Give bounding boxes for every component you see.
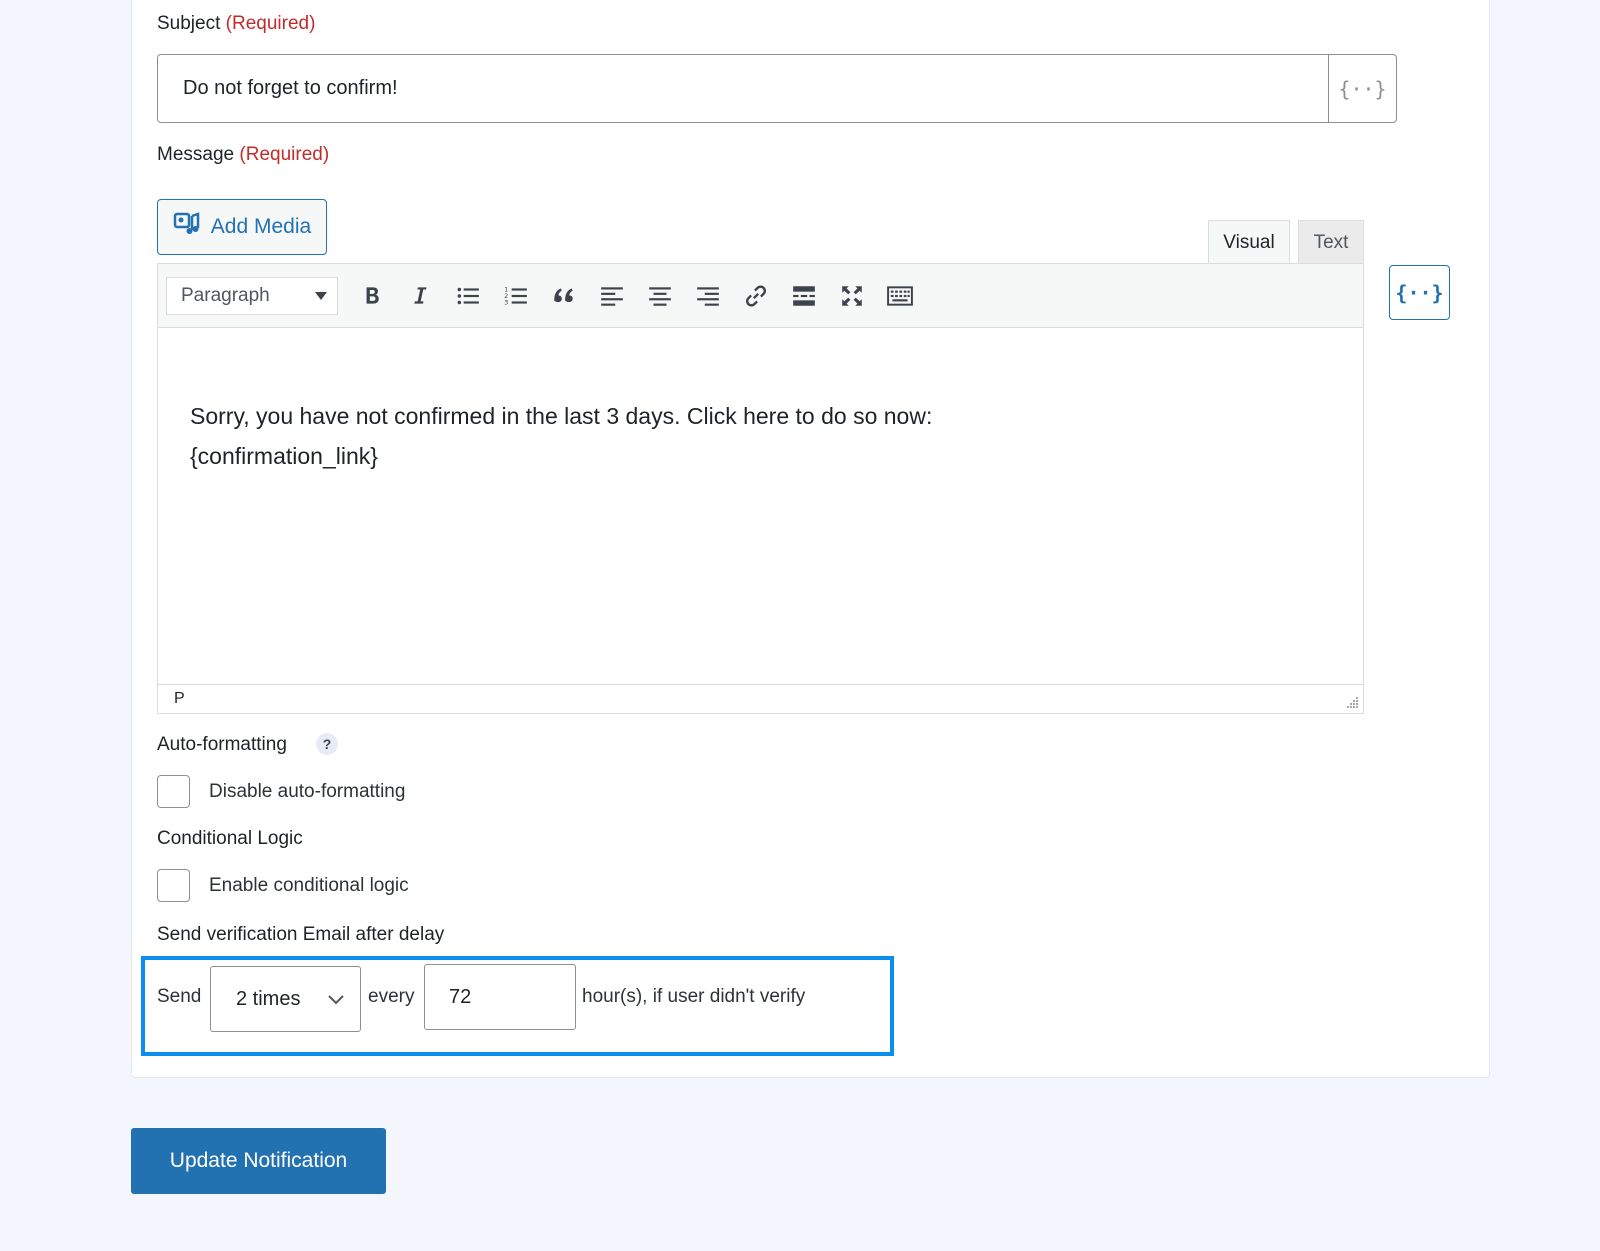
media-icon xyxy=(173,210,201,244)
message-body-line: Sorry, you have not confirmed in the las… xyxy=(190,403,933,429)
format-select[interactable]: Paragraph xyxy=(166,276,338,315)
link-icon xyxy=(746,284,766,307)
message-content[interactable]: Sorry, you have not confirmed in the las… xyxy=(190,396,1290,476)
send-times-select[interactable]: 2 times xyxy=(210,966,361,1032)
align-center-button[interactable] xyxy=(636,276,684,316)
italic-icon xyxy=(414,286,427,304)
enable-conditional-logic-checkbox[interactable] xyxy=(157,869,190,902)
fullscreen-icon xyxy=(842,285,862,306)
message-merge-tag-button[interactable]: {··} xyxy=(1389,265,1450,320)
link-button[interactable] xyxy=(732,276,780,316)
merge-tag-icon: {··} xyxy=(1338,76,1387,101)
conditional-logic-label: Conditional Logic xyxy=(157,828,303,849)
disable-auto-formatting-label[interactable]: Disable auto-formatting xyxy=(209,781,405,803)
message-editor: Paragraph 123 Sorry, you have not confir… xyxy=(157,263,1364,714)
enable-conditional-logic-label[interactable]: Enable conditional logic xyxy=(209,875,409,897)
editor-statusbar: P xyxy=(158,684,1363,713)
dropdown-arrow-icon xyxy=(315,285,327,307)
message-required-marker: (Required) xyxy=(239,144,330,165)
blockquote-button[interactable] xyxy=(540,276,588,316)
italic-button[interactable] xyxy=(396,276,444,316)
format-select-value: Paragraph xyxy=(181,284,270,306)
numbered-list-icon: 123 xyxy=(504,285,527,306)
bullet-list-icon xyxy=(457,287,479,304)
every-text: every xyxy=(368,986,415,1007)
keyboard-icon xyxy=(887,285,913,306)
chevron-down-icon xyxy=(328,988,344,1011)
blockquote-icon xyxy=(554,287,573,302)
send-text: Send xyxy=(157,986,202,1007)
align-left-icon xyxy=(601,286,623,306)
tab-visual[interactable]: Visual xyxy=(1208,220,1290,265)
add-media-label: Add Media xyxy=(210,215,312,238)
editor-toolbar: Paragraph 123 xyxy=(158,264,1363,328)
fullscreen-button[interactable] xyxy=(828,276,876,316)
subject-label: Subject (Required) xyxy=(157,13,316,34)
merge-tag-icon: {··} xyxy=(1395,280,1444,305)
disable-auto-formatting-checkbox[interactable] xyxy=(157,775,190,808)
bold-icon xyxy=(366,286,379,304)
send-times-value: 2 times xyxy=(236,987,301,1010)
element-path[interactable]: P xyxy=(174,690,185,707)
update-notification-button[interactable]: Update Notification xyxy=(131,1128,386,1194)
bullet-list-button[interactable] xyxy=(444,276,492,316)
align-left-button[interactable] xyxy=(588,276,636,316)
toolbar-toggle-button[interactable] xyxy=(876,276,924,316)
auto-formatting-label: Auto-formatting xyxy=(157,734,287,755)
align-right-button[interactable] xyxy=(684,276,732,316)
numbered-list-button[interactable]: 123 xyxy=(492,276,540,316)
read-more-button[interactable] xyxy=(780,276,828,316)
subject-field: {··} xyxy=(157,54,1397,123)
tab-text[interactable]: Text xyxy=(1298,220,1364,264)
confirmation-link-tag: {confirmation_link} xyxy=(190,443,378,469)
svg-text:3: 3 xyxy=(504,298,508,306)
add-media-button[interactable]: Add Media xyxy=(157,199,327,255)
delay-label: Send verification Email after delay xyxy=(157,924,445,945)
align-center-icon xyxy=(649,286,671,306)
help-icon[interactable]: ? xyxy=(316,733,338,755)
subject-input[interactable] xyxy=(158,55,1329,122)
subject-required-marker: (Required) xyxy=(225,13,316,34)
subject-merge-tag-button[interactable]: {··} xyxy=(1328,55,1396,122)
align-right-icon xyxy=(697,286,719,306)
message-label: Message (Required) xyxy=(157,144,330,165)
delay-hours-input[interactable] xyxy=(424,964,576,1030)
read-more-icon xyxy=(793,285,815,306)
resize-handle-icon[interactable] xyxy=(1345,695,1359,709)
delay-suffix-text: hour(s), if user didn't verify xyxy=(582,986,806,1007)
bold-button[interactable] xyxy=(348,276,396,316)
